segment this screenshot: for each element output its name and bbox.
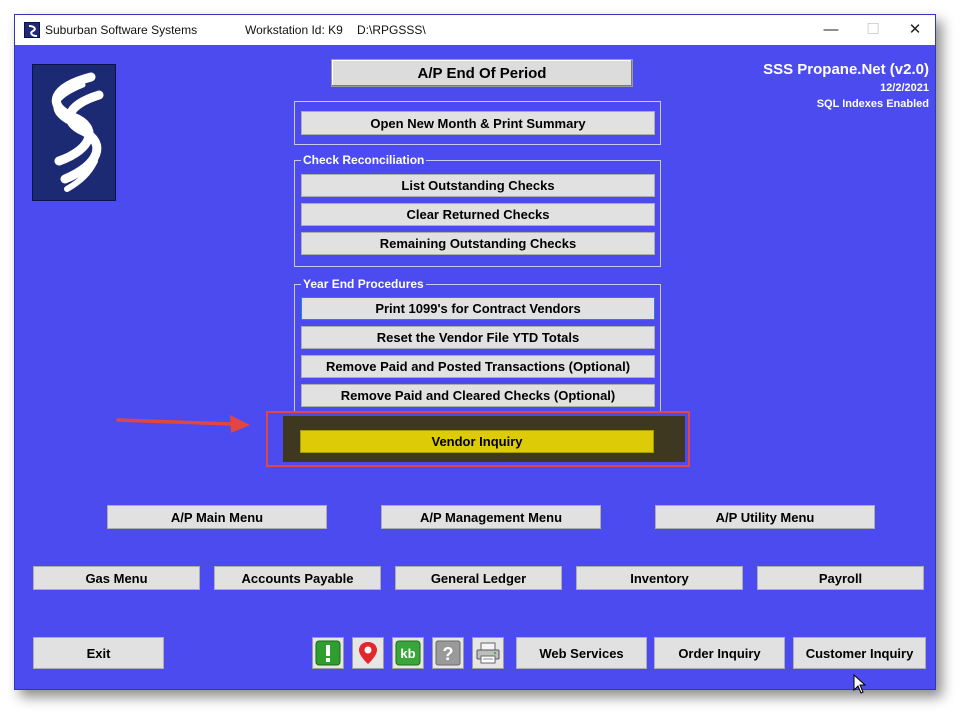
vendor-inquiry-button[interactable]: Vendor Inquiry xyxy=(300,430,654,453)
app-name: Suburban Software Systems xyxy=(45,23,198,37)
title-bar: Suburban Software Systems Workstation Id… xyxy=(15,15,935,45)
app-logo-icon xyxy=(24,22,40,38)
kb-icon: kb xyxy=(395,640,421,666)
screen-title: A/P End Of Period xyxy=(331,59,633,87)
printer-icon xyxy=(476,642,500,664)
accounts-payable-button[interactable]: Accounts Payable xyxy=(214,566,381,590)
year-end-label: Year End Procedures xyxy=(301,277,426,291)
open-new-month-button[interactable]: Open New Month & Print Summary xyxy=(301,111,655,135)
svg-text:kb: kb xyxy=(400,646,415,661)
map-pin-icon xyxy=(359,642,377,664)
customer-inquiry-button[interactable]: Customer Inquiry xyxy=(793,637,926,669)
close-button[interactable]: ✕ xyxy=(893,15,937,45)
knowledge-base-button[interactable]: kb xyxy=(392,637,424,669)
alert-icon xyxy=(315,640,341,666)
order-inquiry-button[interactable]: Order Inquiry xyxy=(654,637,785,669)
web-services-button[interactable]: Web Services xyxy=(516,637,647,669)
ap-utility-menu-button[interactable]: A/P Utility Menu xyxy=(655,505,875,529)
payroll-button[interactable]: Payroll xyxy=(757,566,924,590)
workstation-id: Workstation Id: K9 xyxy=(245,23,343,37)
print-1099-button[interactable]: Print 1099's for Contract Vendors xyxy=(301,297,655,320)
remaining-outstanding-checks-button[interactable]: Remaining Outstanding Checks xyxy=(301,232,655,255)
remove-paid-cleared-button[interactable]: Remove Paid and Cleared Checks (Optional… xyxy=(301,384,655,407)
list-outstanding-checks-button[interactable]: List Outstanding Checks xyxy=(301,174,655,197)
help-icon: ? xyxy=(435,640,461,666)
check-reconciliation-label: Check Reconciliation xyxy=(301,153,427,167)
minimize-button[interactable]: — xyxy=(809,15,853,45)
clear-returned-checks-button[interactable]: Clear Returned Checks xyxy=(301,203,655,226)
app-window: Suburban Software Systems Workstation Id… xyxy=(14,14,936,690)
general-ledger-button[interactable]: General Ledger xyxy=(395,566,562,590)
mouse-cursor-icon xyxy=(853,674,867,694)
product-version: SSS Propane.Net (v2.0) xyxy=(763,61,929,78)
print-button[interactable] xyxy=(472,637,504,669)
ap-main-menu-button[interactable]: A/P Main Menu xyxy=(107,505,327,529)
company-logo xyxy=(32,64,116,201)
inventory-button[interactable]: Inventory xyxy=(576,566,743,590)
ap-management-menu-button[interactable]: A/P Management Menu xyxy=(381,505,601,529)
sql-status: SQL Indexes Enabled xyxy=(816,98,929,110)
reset-vendor-ytd-button[interactable]: Reset the Vendor File YTD Totals xyxy=(301,326,655,349)
data-path: D:\RPGSSS\ xyxy=(357,23,426,37)
callout-arrow-icon xyxy=(116,415,250,433)
help-button[interactable]: ? xyxy=(432,637,464,669)
maximize-button[interactable]: ☐ xyxy=(851,15,895,45)
gas-menu-button[interactable]: Gas Menu xyxy=(33,566,200,590)
map-button[interactable] xyxy=(352,637,384,669)
system-date: 12/2/2021 xyxy=(880,82,929,94)
svg-text:?: ? xyxy=(443,644,454,664)
remove-paid-posted-button[interactable]: Remove Paid and Posted Transactions (Opt… xyxy=(301,355,655,378)
alert-button[interactable] xyxy=(312,637,344,669)
exit-button[interactable]: Exit xyxy=(33,637,164,669)
